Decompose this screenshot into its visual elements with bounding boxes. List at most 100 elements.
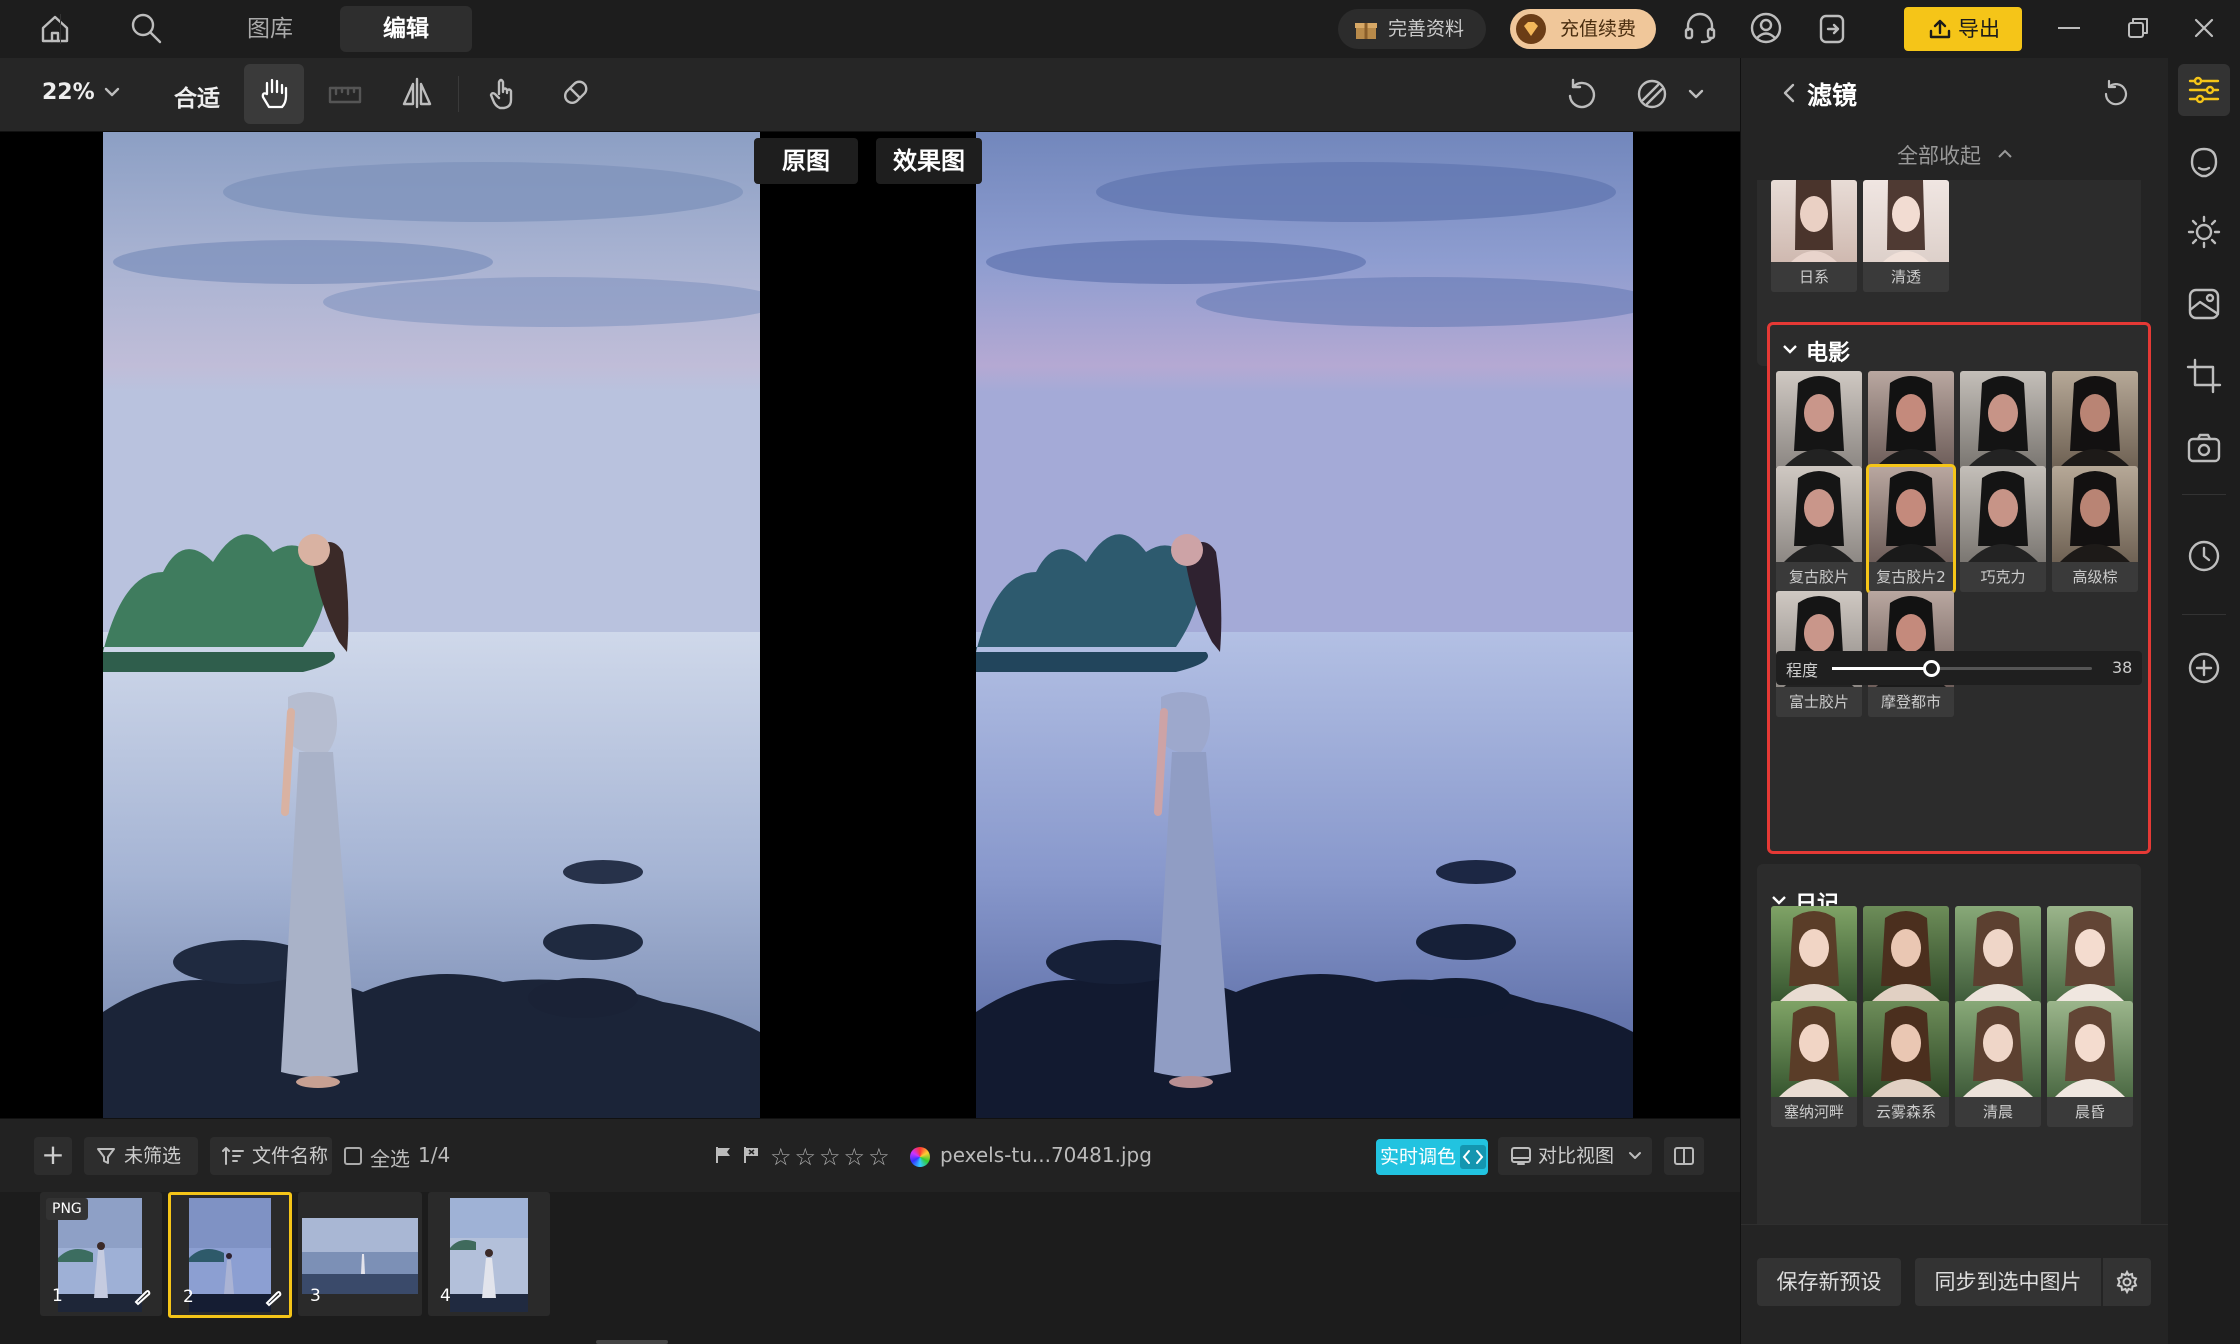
zoom-level[interactable]: 22%	[42, 80, 95, 105]
user-icon[interactable]	[1748, 10, 1784, 46]
filter-thumb-movie-6[interactable]: 复古胶片2	[1866, 464, 1956, 594]
chevron-down-icon[interactable]	[1782, 343, 1798, 355]
chevron-up-icon[interactable]	[1997, 148, 2013, 160]
filter-thumb-movie-8[interactable]: 高级棕	[2052, 466, 2138, 592]
film-item[interactable]: 3	[298, 1192, 422, 1316]
tab-library[interactable]: 图库	[210, 6, 330, 52]
chevron-down-icon[interactable]	[1688, 88, 1704, 100]
filmstrip: PNG 1 2 3 4	[0, 1192, 1740, 1344]
select-all-checkbox[interactable]	[344, 1147, 362, 1165]
add-tool-icon[interactable]	[2186, 650, 2222, 686]
sync-settings-button[interactable]	[2103, 1258, 2151, 1306]
flip-icon[interactable]	[400, 76, 434, 110]
sliders-icon	[2188, 76, 2220, 104]
profile-button[interactable]: 完善资料	[1338, 9, 1486, 49]
intensity-slider[interactable]: 程度 38	[1776, 651, 2142, 685]
filter-thumb-diary-8[interactable]: 晨昏	[2047, 1001, 2133, 1127]
chevron-down-icon[interactable]	[1771, 894, 1787, 906]
minimize-button[interactable]	[2058, 27, 2080, 29]
slider-knob[interactable]	[1922, 660, 1940, 677]
portrait-tool-icon[interactable]	[2188, 146, 2220, 180]
tool-icon-bar	[2168, 58, 2240, 1344]
compare-canvas: 原图 效果图	[0, 132, 1740, 1118]
file-name: pexels-tu...70481.jpg	[940, 1143, 1152, 1167]
mask-icon[interactable]	[1634, 76, 1670, 112]
tab-edit[interactable]: 编辑	[340, 6, 472, 52]
film-index: 4	[440, 1286, 451, 1306]
diamond-icon	[1516, 14, 1546, 44]
sync-to-selected-button[interactable]: 同步到选中图片	[1915, 1258, 2101, 1306]
camera-tool-icon[interactable]	[2186, 430, 2222, 466]
brightness-tool-icon[interactable]	[2186, 214, 2222, 250]
reject-flag-icon[interactable]	[742, 1145, 762, 1165]
collapse-all-label[interactable]: 全部收起	[1897, 140, 1981, 170]
filter-thumb[interactable]: 清透	[1863, 180, 1949, 292]
filter-thumb-diary-7[interactable]: 清晨	[1955, 1001, 2041, 1127]
upload-icon	[1928, 18, 1952, 40]
filter-button[interactable]: 未筛选	[84, 1137, 198, 1175]
save-preset-button[interactable]: 保存新预设	[1757, 1258, 1901, 1306]
filter-section-movie: 电影 质感电影质感电影2仿真电影浓重胶片复古胶片复古胶片2巧克力高级棕富士胶片摩…	[1767, 322, 2151, 854]
hand-tool-button[interactable]	[244, 64, 304, 124]
realtime-toggle[interactable]: 实时调色	[1376, 1139, 1488, 1175]
filter-thumb[interactable]: 日系	[1771, 180, 1857, 292]
image-tool-icon[interactable]	[2186, 286, 2222, 322]
eraser-icon[interactable]	[558, 76, 592, 110]
close-button[interactable]	[2192, 16, 2216, 40]
filter-label: 高级棕	[2052, 562, 2138, 592]
filter-thumb-movie-5[interactable]: 复古胶片	[1776, 466, 1862, 592]
vip-recharge-button[interactable]: 充值续费	[1510, 9, 1656, 49]
fit-button[interactable]: 合适	[174, 79, 220, 113]
filter-label: 富士胶片	[1776, 687, 1862, 717]
edit-toolbar: 22% 合适	[0, 58, 1740, 132]
adjust-tool-button[interactable]	[2178, 64, 2230, 116]
share-icon[interactable]	[1814, 10, 1850, 46]
panel-title: 滤镜	[1807, 81, 1858, 110]
reset-icon[interactable]	[2101, 78, 2131, 108]
sort-button[interactable]: 文件名称	[210, 1137, 332, 1175]
undo-icon[interactable]	[1564, 76, 1600, 112]
film-item-selected[interactable]: 2	[168, 1192, 292, 1318]
sort-icon	[222, 1146, 244, 1166]
filter-label: 塞纳河畔	[1771, 1097, 1857, 1127]
filter-label: 复古胶片	[1776, 562, 1862, 592]
intensity-value: 38	[2112, 658, 2133, 677]
section-title: 电影	[1806, 341, 1851, 366]
selection-count: 1/4	[418, 1143, 451, 1167]
gear-icon	[2116, 1270, 2138, 1294]
home-icon[interactable]	[38, 12, 72, 46]
chevron-down-icon	[1628, 1151, 1642, 1161]
rating-stars[interactable]: ☆☆☆☆☆	[770, 1143, 893, 1171]
filter-thumb-movie-7[interactable]: 巧克力	[1960, 466, 2046, 592]
color-label-icon[interactable]	[910, 1147, 930, 1167]
chevron-down-icon[interactable]	[104, 86, 120, 98]
filmstrip-scrollbar[interactable]	[596, 1340, 668, 1344]
film-item[interactable]: PNG 1	[40, 1192, 162, 1316]
flag-icon[interactable]	[714, 1145, 734, 1165]
edited-icon	[263, 1287, 283, 1307]
filter-label: 晨昏	[2047, 1097, 2133, 1127]
filter-label: 清晨	[1955, 1097, 2041, 1127]
split-view-button[interactable]	[1664, 1137, 1704, 1175]
original-photo	[103, 132, 760, 1118]
back-chevron-icon[interactable]	[1781, 82, 1797, 104]
original-label: 原图	[754, 138, 858, 184]
filter-thumb-diary-6[interactable]: 云雾森系	[1863, 1001, 1949, 1127]
filter-label: 云雾森系	[1863, 1097, 1949, 1127]
crop-tool-icon[interactable]	[2186, 358, 2222, 394]
film-item[interactable]: 4	[428, 1192, 550, 1316]
restore-button[interactable]	[2126, 16, 2150, 40]
search-icon[interactable]	[128, 10, 164, 46]
export-button[interactable]: 导出	[1904, 7, 2022, 51]
funnel-icon	[96, 1146, 116, 1166]
slider-track[interactable]	[1832, 660, 2092, 677]
history-tool-icon[interactable]	[2186, 538, 2222, 574]
headset-icon[interactable]	[1682, 10, 1718, 46]
add-button[interactable]: +	[34, 1137, 72, 1175]
filter-thumb-diary-5[interactable]: 塞纳河畔	[1771, 1001, 1857, 1127]
film-index: 1	[52, 1286, 63, 1306]
filter-label: 复古胶片2	[1868, 562, 1954, 592]
touch-icon[interactable]	[486, 74, 520, 112]
compare-view-dropdown[interactable]: 对比视图	[1498, 1137, 1652, 1175]
ruler-icon[interactable]	[328, 80, 362, 110]
